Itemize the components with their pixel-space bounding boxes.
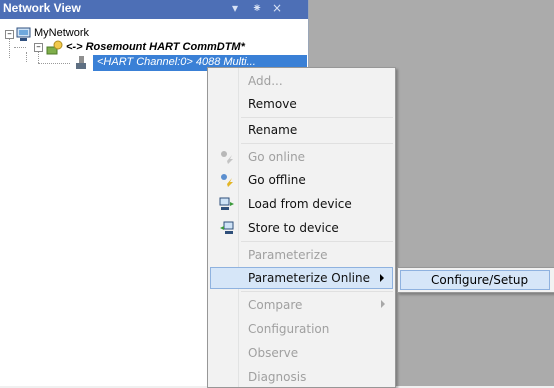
network-icon (16, 27, 31, 41)
menu-item-store-to-device[interactable]: Store to device (210, 217, 393, 239)
menu-item-go-online[interactable]: Go online (210, 146, 393, 168)
expand-commdtm-icon[interactable]: – (34, 43, 43, 52)
submenu-item-configure-setup[interactable]: Configure/Setup (400, 270, 550, 290)
menu-separator (241, 143, 393, 144)
dropdown-arrow-icon[interactable]: ▾ (232, 1, 238, 15)
panel-title: Network View (3, 1, 81, 15)
tree-line (38, 63, 70, 64)
menu-item-configuration[interactable]: Configuration (210, 318, 393, 340)
network-view-titlebar: Network View ▾ ⁕ × (0, 0, 308, 19)
tree-item-commdtm[interactable]: <-> Rosemount HART CommDTM* (66, 41, 245, 53)
close-icon[interactable]: × (272, 1, 282, 15)
menu-item-parameterize[interactable]: Parameterize (210, 244, 393, 266)
menu-item-observe[interactable]: Observe (210, 342, 393, 364)
device-icon (76, 56, 86, 69)
menu-item-add[interactable]: Add... (210, 70, 393, 92)
submenu-arrow-icon (381, 300, 385, 308)
go-offline-icon (221, 174, 233, 187)
menu-item-go-offline[interactable]: Go offline (210, 169, 393, 191)
menu-item-compare[interactable]: Compare (210, 294, 393, 316)
tree-line (38, 52, 39, 63)
commdtm-icon (46, 40, 63, 55)
store-to-device-icon (220, 221, 234, 234)
tree-item-mynetwork[interactable]: MyNetwork (34, 27, 89, 39)
menu-separator (241, 117, 393, 118)
load-from-device-icon (219, 197, 234, 210)
context-menu: Add... Remove Rename Go online Go offlin… (207, 67, 396, 388)
menu-separator (241, 241, 393, 242)
parameterize-online-submenu: Configure/Setup (397, 267, 554, 293)
menu-item-rename[interactable]: Rename (210, 119, 393, 141)
tree-line (9, 38, 10, 58)
menu-separator (241, 291, 393, 292)
tree-line (14, 47, 26, 48)
menu-item-load-from-device[interactable]: Load from device (210, 193, 393, 215)
go-online-icon (221, 151, 233, 164)
menu-item-remove[interactable]: Remove (210, 93, 393, 115)
submenu-arrow-icon (380, 274, 384, 282)
pin-icon[interactable]: ⁕ (252, 1, 262, 15)
expand-mynetwork-icon[interactable]: – (5, 30, 14, 39)
menu-item-diagnosis[interactable]: Diagnosis (210, 366, 393, 387)
menu-item-parameterize-online[interactable]: Parameterize Online (210, 267, 393, 289)
tree-line (26, 52, 27, 62)
